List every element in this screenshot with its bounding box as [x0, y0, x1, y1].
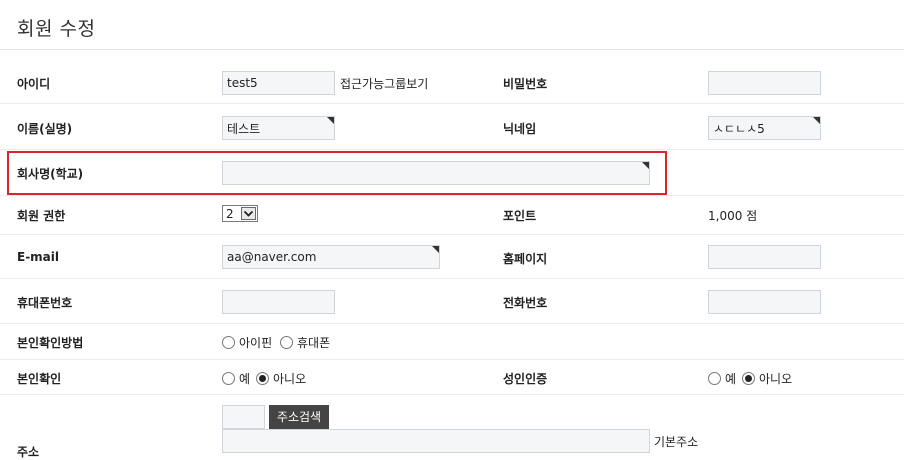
company-input[interactable] — [222, 161, 650, 185]
nickname-input[interactable] — [708, 116, 821, 140]
name-label: 이름(실명) — [17, 122, 73, 136]
mobile-option-label: 휴대폰 — [297, 336, 331, 350]
title-divider — [0, 49, 904, 50]
verified-no-label: 아니오 — [273, 372, 307, 386]
member-level-label: 회원 권한 — [17, 209, 66, 223]
row-divider — [0, 195, 904, 196]
password-input[interactable] — [708, 71, 821, 95]
base-address-input[interactable] — [222, 429, 650, 453]
email-input[interactable] — [222, 245, 440, 269]
verify-method-label: 본인확인방법 — [17, 336, 84, 350]
ipin-option-label: 아이핀 — [239, 336, 273, 350]
address-label: 주소 — [17, 445, 40, 459]
name-input[interactable] — [222, 116, 335, 140]
password-label: 비밀번호 — [503, 77, 548, 91]
points-value: 1,000 점 — [708, 209, 758, 223]
chevron-down-icon — [241, 207, 256, 220]
member-level-value: 2 — [226, 207, 234, 221]
required-corner-icon — [432, 246, 439, 253]
company-label: 회사명(학교) — [17, 167, 84, 181]
row-divider — [0, 394, 904, 395]
mobile-input[interactable] — [222, 290, 335, 314]
homepage-input[interactable] — [708, 245, 821, 269]
page-title: 회원 수정 — [17, 18, 96, 40]
email-label: E-mail — [17, 250, 60, 264]
required-corner-icon — [327, 117, 334, 124]
row-divider — [0, 234, 904, 235]
required-corner-icon — [813, 117, 820, 124]
base-address-label: 기본주소 — [654, 435, 699, 449]
user-id-input[interactable] — [222, 71, 335, 95]
required-corner-icon — [642, 162, 649, 169]
verified-yes-label: 예 — [239, 372, 251, 386]
verified-label: 본인확인 — [17, 372, 62, 386]
nickname-label: 닉네임 — [503, 122, 537, 136]
verified-no-radio[interactable] — [256, 372, 269, 385]
verified-yes-radio[interactable] — [222, 372, 235, 385]
access-group-link[interactable]: 접근가능그룹보기 — [340, 75, 428, 92]
adult-no-radio[interactable] — [742, 372, 755, 385]
ipin-radio[interactable] — [222, 336, 235, 349]
adult-verify-label: 성인인증 — [503, 372, 548, 386]
adult-yes-label: 예 — [725, 372, 737, 386]
address-search-button[interactable]: 주소검색 — [269, 405, 329, 429]
user-id-label: 아이디 — [17, 77, 51, 91]
mobile-verify-radio[interactable] — [280, 336, 293, 349]
member-level-select[interactable]: 2 — [222, 205, 258, 222]
adult-no-label: 아니오 — [759, 372, 793, 386]
adult-yes-radio[interactable] — [708, 372, 721, 385]
row-divider — [0, 278, 904, 279]
row-divider — [0, 323, 904, 324]
zip-code-input[interactable] — [222, 405, 265, 429]
homepage-label: 홈페이지 — [503, 252, 548, 266]
row-divider — [0, 149, 904, 150]
phone-label: 전화번호 — [503, 296, 548, 310]
points-label: 포인트 — [503, 209, 537, 223]
mobile-label: 휴대폰번호 — [17, 296, 73, 310]
phone-input[interactable] — [708, 290, 821, 314]
row-divider — [0, 103, 904, 104]
row-divider — [0, 359, 904, 360]
